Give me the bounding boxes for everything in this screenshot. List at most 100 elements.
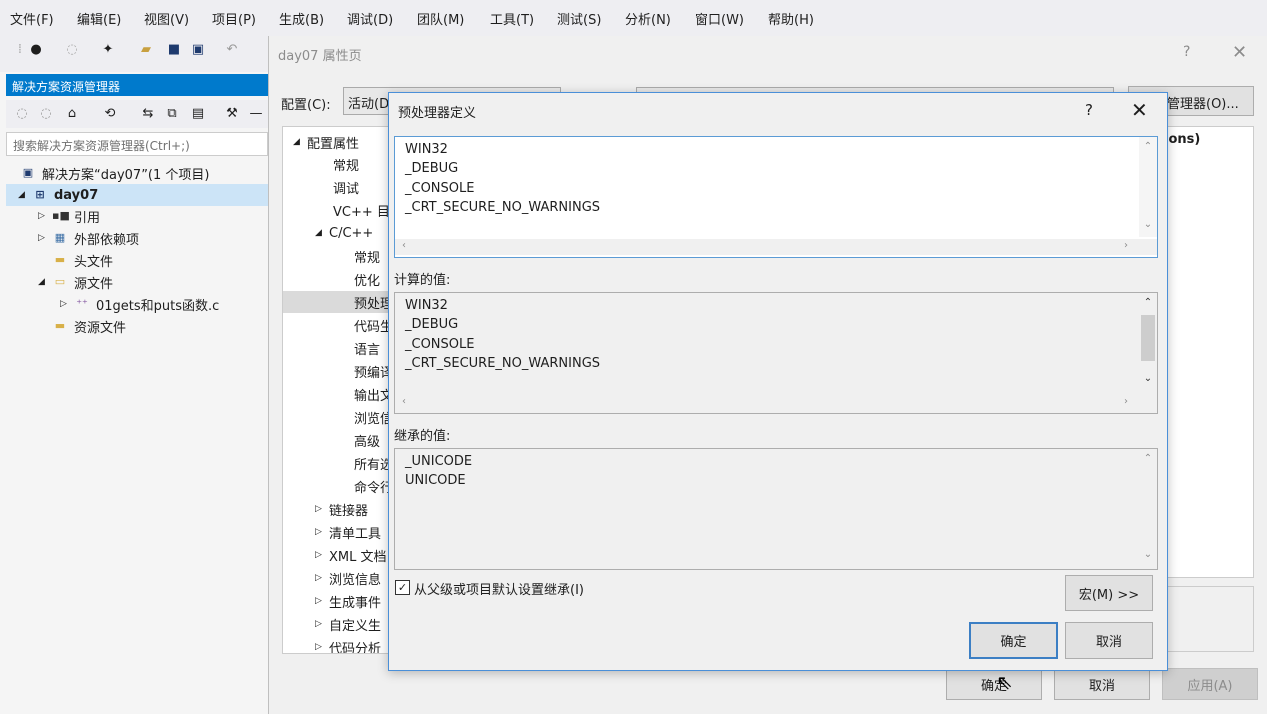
expanded-arrow-icon[interactable]: ◢: [38, 277, 52, 287]
ptree-optimization[interactable]: 优化: [354, 268, 380, 290]
menu-build[interactable]: 生成(B): [279, 9, 324, 28]
ptree-cpp-general[interactable]: 常规: [354, 245, 380, 267]
menu-window[interactable]: 窗口(W): [695, 9, 744, 28]
dialog-help-icon[interactable]: ?: [1085, 101, 1093, 119]
collapsed-arrow-icon[interactable]: ▷: [315, 527, 329, 537]
back-icon[interactable]: ◌: [12, 103, 32, 123]
back-icon[interactable]: ●: [26, 39, 46, 59]
ptree-code-generation[interactable]: 代码生: [354, 314, 389, 336]
ptree-precompiled[interactable]: 预编译: [354, 360, 389, 382]
menu-debug[interactable]: 调试(D): [347, 9, 393, 28]
scroll-right-icon[interactable]: ›: [1117, 396, 1135, 407]
property-apply-button[interactable]: 应用(A): [1162, 668, 1258, 700]
pending-changes-icon[interactable]: ⟲: [100, 103, 120, 123]
show-all-files-icon[interactable]: ▤: [188, 103, 208, 123]
menu-view[interactable]: 视图(V): [144, 9, 189, 28]
expanded-arrow-icon[interactable]: ◢: [315, 228, 329, 238]
ptree-config-properties[interactable]: ◢ 配置属性: [293, 131, 359, 153]
tree-external-deps[interactable]: ▷ ▦ 外部依赖项: [38, 227, 139, 249]
ptree-language[interactable]: 语言: [354, 337, 380, 359]
ptree-manifest-tool[interactable]: ▷ 清单工具: [315, 521, 381, 543]
macros-button[interactable]: 宏(M) >>: [1065, 575, 1153, 611]
collapsed-arrow-icon[interactable]: ▷: [315, 596, 329, 606]
collapsed-arrow-icon[interactable]: ▷: [38, 233, 52, 243]
vertical-scrollbar[interactable]: ⌃ ⌄: [1139, 293, 1157, 393]
collapsed-arrow-icon[interactable]: ▷: [315, 573, 329, 583]
ptree-all-options[interactable]: 所有选: [354, 452, 389, 474]
horizontal-scrollbar[interactable]: ‹ ›: [395, 239, 1157, 255]
dialog-close-icon[interactable]: ✕: [1131, 98, 1148, 122]
menu-edit[interactable]: 编辑(E): [77, 9, 121, 28]
ptree-custom-build[interactable]: ▷ 自定义生: [315, 613, 381, 635]
tree-header-files[interactable]: ▬ 头文件: [52, 249, 113, 271]
tree-solution[interactable]: ▣ 解决方案“day07”(1 个项目): [20, 162, 210, 184]
ptree-linker[interactable]: ▷ 链接器: [315, 498, 368, 520]
forward-icon[interactable]: ◌: [36, 103, 56, 123]
scroll-down-icon[interactable]: ⌄: [1139, 373, 1157, 384]
menu-project[interactable]: 项目(P): [212, 9, 256, 28]
save-all-icon[interactable]: ▣: [188, 39, 208, 59]
collapse-all-icon[interactable]: ⧉: [162, 103, 182, 123]
tree-source-files[interactable]: ◢ ▭ 源文件: [38, 271, 113, 293]
ptree-command-line[interactable]: 命令行: [354, 475, 389, 497]
properties-icon[interactable]: ⚒: [222, 103, 242, 123]
definitions-textarea[interactable]: WIN32 _DEBUG _CONSOLE _CRT_SECURE_NO_WAR…: [394, 136, 1158, 258]
collapsed-arrow-icon[interactable]: ▷: [315, 504, 329, 514]
scroll-up-icon[interactable]: ⌃: [1139, 453, 1157, 464]
expanded-arrow-icon[interactable]: ◢: [293, 137, 307, 147]
scroll-down-icon[interactable]: ⌄: [1139, 219, 1157, 230]
vertical-scrollbar[interactable]: ⌃ ⌄: [1139, 137, 1157, 237]
scroll-up-icon[interactable]: ⌃: [1139, 297, 1157, 308]
tree-project[interactable]: ◢ ⊞ day07: [6, 184, 268, 206]
sync-icon[interactable]: ⇆: [138, 103, 158, 123]
dialog-cancel-button[interactable]: 取消: [1065, 622, 1153, 659]
solution-search-input[interactable]: 搜索解决方案资源管理器(Ctrl+;): [6, 132, 268, 156]
ptree-code-analysis[interactable]: ▷ 代码分析: [315, 636, 381, 654]
ptree-xml-doc[interactable]: ▷ XML 文档: [315, 544, 387, 566]
tree-source-file[interactable]: ▷ ⁺⁺ 01gets和puts函数.c: [60, 293, 219, 315]
inherit-checkbox[interactable]: ✓: [395, 580, 410, 595]
ptree-general[interactable]: 常规: [333, 153, 359, 175]
property-ok-button[interactable]: 确定: [946, 668, 1042, 700]
collapsed-arrow-icon[interactable]: ▷: [38, 211, 52, 221]
menu-file[interactable]: 文件(F): [10, 9, 54, 28]
open-folder-icon[interactable]: ▰: [136, 39, 156, 59]
menu-team[interactable]: 团队(M): [417, 9, 464, 28]
inherit-checkbox-label[interactable]: 从父级或项目默认设置继承(I): [414, 579, 584, 598]
menu-analyze[interactable]: 分析(N): [625, 9, 671, 28]
home-icon[interactable]: ⌂: [62, 103, 82, 123]
scroll-up-icon[interactable]: ⌃: [1139, 141, 1157, 152]
collapsed-arrow-icon[interactable]: ▷: [315, 642, 329, 652]
ptree-browse-info[interactable]: 浏览信: [354, 406, 389, 428]
horizontal-scrollbar[interactable]: ‹ ›: [395, 395, 1157, 411]
tree-references[interactable]: ▷ ▪■ 引用: [38, 205, 100, 227]
ptree-preprocessor[interactable]: 预处理: [283, 291, 389, 313]
vertical-scrollbar[interactable]: ⌃ ⌄: [1139, 449, 1157, 569]
close-icon[interactable]: ✕: [1232, 42, 1247, 63]
ptree-browse-information[interactable]: ▷ 浏览信息: [315, 567, 381, 589]
collapsed-arrow-icon[interactable]: ▷: [60, 299, 74, 309]
forward-icon[interactable]: ◌: [62, 39, 82, 59]
menu-help[interactable]: 帮助(H): [768, 9, 814, 28]
menu-test[interactable]: 测试(S): [557, 9, 601, 28]
ptree-output-files[interactable]: 输出文: [354, 383, 389, 405]
collapsed-arrow-icon[interactable]: ▷: [315, 619, 329, 629]
scroll-down-icon[interactable]: ⌄: [1139, 549, 1157, 560]
tree-resource-files[interactable]: ▬ 资源文件: [52, 315, 126, 337]
expanded-arrow-icon[interactable]: ◢: [18, 190, 32, 200]
ptree-vc-dirs[interactable]: VC++ 目: [333, 199, 389, 221]
save-icon[interactable]: ■: [164, 39, 184, 59]
scroll-left-icon[interactable]: ‹: [395, 396, 413, 407]
scrollbar-thumb[interactable]: [1141, 315, 1155, 361]
property-cancel-button[interactable]: 取消: [1054, 668, 1150, 700]
preview-icon[interactable]: —: [246, 103, 266, 123]
scroll-right-icon[interactable]: ›: [1117, 240, 1135, 251]
ptree-debugging[interactable]: 调试: [333, 176, 359, 198]
new-project-icon[interactable]: ✦: [98, 39, 118, 59]
undo-icon[interactable]: ↶: [222, 39, 242, 59]
ptree-advanced[interactable]: 高级: [354, 429, 380, 451]
ptree-c-cpp[interactable]: ◢ C/C++: [315, 222, 373, 244]
ptree-build-events[interactable]: ▷ 生成事件: [315, 590, 381, 612]
dialog-ok-button[interactable]: 确定: [969, 622, 1058, 659]
collapsed-arrow-icon[interactable]: ▷: [315, 550, 329, 560]
